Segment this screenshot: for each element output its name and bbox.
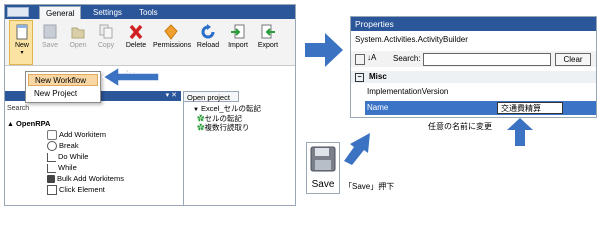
openrpa-window-screenshot: General Settings Tools New ▾ Save Open C… <box>4 4 296 206</box>
tree-item-label: Do While <box>58 152 89 161</box>
search-label: Search: <box>393 54 421 63</box>
workflow-icon: ✿ <box>197 123 205 132</box>
export-label: Export <box>257 42 279 49</box>
toolbox-search-label: Search <box>7 105 30 112</box>
tab-tools[interactable]: Tools <box>133 6 164 19</box>
copy-label: Copy <box>97 42 115 49</box>
save-ribbon-label: Save <box>42 42 58 49</box>
tab-open-project[interactable]: Open project <box>183 91 239 102</box>
new-dropdown-menu: New Workflow New Project <box>25 71 101 103</box>
workflow-icon: ✿ <box>197 114 205 123</box>
save-ribbon-button[interactable]: Save <box>35 21 65 63</box>
permissions-button[interactable]: Permissions <box>153 21 192 63</box>
tree-group-label: OpenRPA <box>16 119 51 128</box>
import-icon <box>231 24 245 39</box>
bulk-icon <box>47 175 55 184</box>
project-file-1[interactable]: ✿セルの転記 <box>197 114 242 123</box>
menu-item-new-project[interactable]: New Project <box>28 88 98 100</box>
permissions-icon <box>164 24 178 40</box>
property-row-implementation-version[interactable]: ImplementationVersion <box>365 85 596 99</box>
new-label: New <box>14 42 29 49</box>
toolbox-search[interactable]: Search <box>5 105 181 117</box>
export-icon <box>261 24 275 39</box>
tree-item-label: While <box>58 163 77 172</box>
delete-label: Delete <box>125 42 147 49</box>
categorized-icon[interactable] <box>355 54 365 65</box>
tree-item-label: Add Workitem <box>59 130 106 139</box>
copy-button[interactable]: Copy <box>91 21 121 63</box>
reload-label: Reload <box>196 42 220 49</box>
pointer-arrow-icon <box>101 65 160 89</box>
file-label: 複数行読取り <box>204 123 250 132</box>
tree-item-label: Bulk Add Workitems <box>57 174 124 183</box>
break-icon <box>47 141 57 152</box>
save-icon <box>43 24 57 39</box>
save-label: Save <box>311 179 335 190</box>
file-label: セルの転記 <box>204 114 243 123</box>
app-menu-icon[interactable] <box>7 7 29 17</box>
ribbon-tab-bar: General Settings Tools <box>5 5 295 20</box>
delete-button[interactable]: Delete <box>121 21 151 63</box>
copy-icon <box>99 24 113 39</box>
tree-item-while[interactable]: While <box>47 163 77 173</box>
delete-icon <box>129 24 143 40</box>
property-name: ImplementationVersion <box>367 87 449 96</box>
click-icon <box>47 185 57 196</box>
menu-item-new-workflow[interactable]: New Workflow <box>28 74 98 86</box>
new-document-icon <box>16 24 28 40</box>
tab-general[interactable]: General <box>39 6 82 20</box>
diagonal-arrow-icon <box>344 133 370 165</box>
project-file-2[interactable]: ✿複数行読取り <box>197 123 250 132</box>
import-label: Import <box>228 42 248 49</box>
while-icon <box>47 163 56 173</box>
chevron-down-icon: ▾ <box>20 50 24 56</box>
properties-panel: Properties System.Activities.ActivityBui… <box>350 16 597 118</box>
open-button[interactable]: Open <box>63 21 93 63</box>
rename-hint: 任意の名前に変更 <box>428 122 492 131</box>
tree-item-bulk-add-workitems[interactable]: Bulk Add Workitems <box>47 174 124 184</box>
project-label: Excel_セルの転記 <box>201 104 262 113</box>
properties-search-bar: ↓A Search: Clear <box>351 51 596 67</box>
save-floppy-icon <box>310 146 336 172</box>
property-name: Name <box>367 103 389 112</box>
import-button[interactable]: Import <box>223 21 253 63</box>
workitem-icon <box>47 130 57 141</box>
category-label: Misc <box>369 72 387 81</box>
tree-item-add-workitem[interactable]: Add Workitem <box>47 130 106 141</box>
tree-group-openrpa[interactable]: ▲ OpenRPA <box>7 119 50 129</box>
clear-button[interactable]: Clear <box>555 53 591 66</box>
name-value-field[interactable]: 交通費精算 <box>497 102 563 114</box>
do-while-icon <box>47 152 56 162</box>
tree-item-label: Break <box>59 141 79 150</box>
properties-title: Properties <box>351 17 596 31</box>
properties-search-input[interactable] <box>423 53 551 66</box>
collapse-category-icon: − <box>355 73 364 82</box>
save-hint: 「Save」押下 <box>344 182 395 191</box>
right-arrow-icon <box>305 33 343 67</box>
folder-icon <box>71 27 85 39</box>
expand-icon: ▲ <box>7 121 14 128</box>
pin-icon[interactable]: ▾ ✕ <box>166 91 177 99</box>
tab-settings[interactable]: Settings <box>87 6 128 19</box>
reload-icon <box>201 24 215 39</box>
property-row-name[interactable]: Name 交通費精算 <box>365 101 596 115</box>
category-misc[interactable]: − Misc <box>351 71 596 83</box>
reload-button[interactable]: Reload <box>193 21 223 63</box>
permissions-label: Permissions <box>153 42 192 49</box>
open-label: Open <box>69 42 87 49</box>
collapse-icon: ▼ <box>193 107 199 113</box>
tree-item-label: Click Element <box>59 185 105 194</box>
toolbox-tree: ▲ OpenRPA Add Workitem Break Do While Wh… <box>5 119 181 205</box>
new-button[interactable]: New ▾ <box>7 21 37 63</box>
tree-item-break[interactable]: Break <box>47 141 79 152</box>
sort-alpha-icon[interactable]: ↓A <box>367 53 376 62</box>
ribbon-toolbar: New ▾ Save Open Copy Delete Permissions … <box>5 19 295 66</box>
tree-item-click-element[interactable]: Click Element <box>47 185 105 196</box>
properties-class-name: System.Activities.ActivityBuilder <box>355 35 468 44</box>
tree-item-do-while[interactable]: Do While <box>47 152 88 162</box>
up-arrow-icon <box>507 118 533 146</box>
export-button[interactable]: Export <box>253 21 283 63</box>
